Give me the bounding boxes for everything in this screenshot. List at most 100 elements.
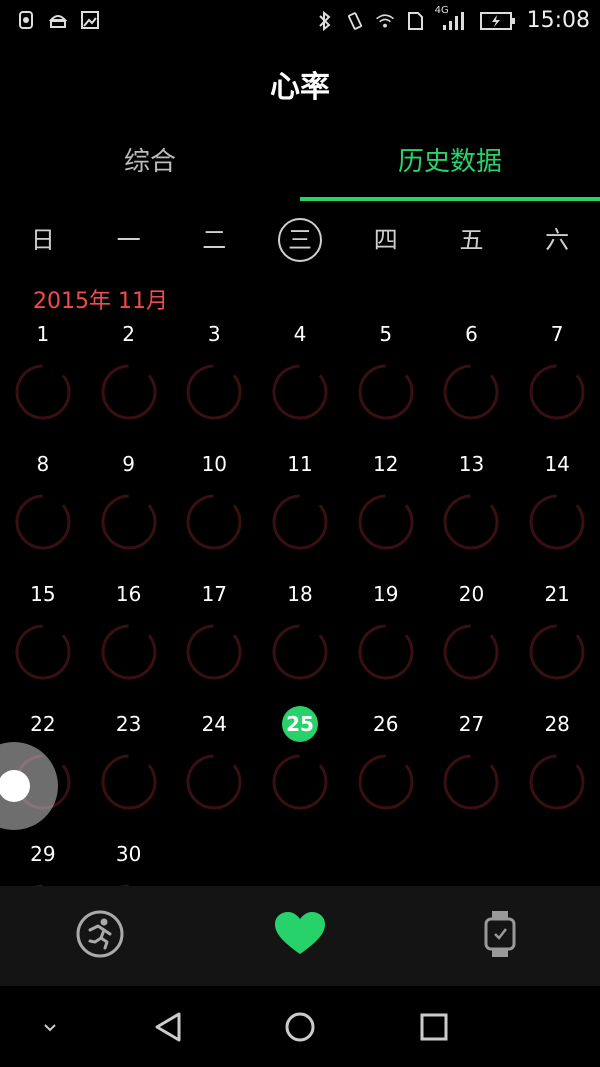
calendar-day-cell[interactable]: 10 [171,448,257,578]
ring-arc [101,364,157,420]
calendar-day-cell[interactable]: 4 [257,318,343,448]
calendar-day-cell[interactable]: 14 [514,448,600,578]
ring-arc [101,494,157,550]
heart-rate-ring [101,364,157,420]
ring-arc [358,364,414,420]
heart-rate-ring [358,494,414,550]
heart-rate-ring [443,494,499,550]
tab-history[interactable]: 历史数据 [300,140,600,201]
heart-rate-ring [101,754,157,810]
calendar-day-cell[interactable]: 16 [86,578,172,708]
ring-arc [358,624,414,680]
back-icon[interactable] [150,1009,186,1045]
calendar-day-cell[interactable]: 9 [86,448,172,578]
calendar-day-cell[interactable]: 6 [429,318,515,448]
heart-rate-ring [443,754,499,810]
ring-arc [272,624,328,680]
heart-rate-ring [15,494,71,550]
heart-rate-ring [272,364,328,420]
day-number: 12 [373,452,399,476]
day-number: 15 [30,582,56,606]
calendar-day-cell[interactable]: 24 [171,708,257,838]
page-title: 心率 [270,70,330,105]
ring-arc [272,754,328,810]
day-number: 22 [30,712,56,736]
tab-overview[interactable]: 综合 [0,140,300,198]
heart-rate-ring [186,364,242,420]
calendar-day-cell[interactable]: 20 [429,578,515,708]
day-number: 1 [36,322,50,346]
day-number: 30 [115,842,142,866]
recents-icon[interactable] [416,1009,452,1045]
clock: 15:08 [526,8,590,33]
nav-run[interactable] [0,886,200,986]
network-label: 4G [434,4,449,16]
day-number: 5 [379,322,393,346]
bluetooth-icon [315,10,335,31]
ring-arc [186,364,242,420]
calendar-day-cell[interactable]: 5 [343,318,429,448]
day-number: 4 [293,322,307,346]
calendar-week: 1 2 3 4 5 6 7 [0,318,600,448]
ring-arc [529,494,585,550]
day-number: 7 [550,322,564,346]
calendar-day-cell[interactable]: 1 [0,318,86,448]
signal-icon: 4G [435,5,469,31]
calendar-day-cell[interactable]: 7 [514,318,600,448]
calendar-day-cell[interactable]: 3 [171,318,257,448]
ring-arc [101,754,157,810]
day-number: 9 [122,452,135,476]
ring-arc [529,754,585,810]
day-number: 16 [115,582,142,606]
heart-rate-ring [186,754,242,810]
ring-arc [186,494,242,550]
day-number: 29 [30,842,56,866]
heart-rate-ring [529,364,585,420]
ring-arc [443,494,499,550]
calendar-day-cell[interactable]: 21 [514,578,600,708]
ring-arc [529,624,585,680]
day-number: 21 [544,582,570,606]
calendar-day-cell[interactable]: 8 [0,448,86,578]
calendar-day-cell[interactable]: 17 [171,578,257,708]
heart-rate-ring [186,494,242,550]
heart-rate-ring [358,754,414,810]
ring-arc [272,364,328,420]
bottom-nav [0,886,600,986]
day-number: 14 [544,452,570,476]
day-number: 11 [287,452,313,476]
nav-heart[interactable] [200,886,400,986]
calendar-day-cell[interactable]: 28 [514,708,600,838]
heart-rate-ring [529,494,585,550]
shield-icon [16,10,36,30]
calendar-day-cell[interactable]: 18 [257,578,343,708]
calendar-day-cell[interactable]: 26 [343,708,429,838]
calendar-day-cell[interactable]: 27 [429,708,515,838]
status-bar: 4G 15:08 [0,0,600,44]
chevron-down-icon[interactable] [32,1009,68,1045]
calendar-day-cell[interactable]: 11 [257,448,343,578]
calendar-day-cell[interactable]: 25 [257,706,343,838]
calendar-day-cell[interactable]: 23 [86,708,172,838]
ring-arc [358,494,414,550]
heart-rate-ring [101,624,157,680]
ring-arc [186,754,242,810]
ring-arc [529,364,585,420]
nav-watch[interactable] [400,886,600,986]
ring-arc [272,494,328,550]
ring-arc [443,364,499,420]
calendar-day-cell[interactable]: 13 [429,448,515,578]
calendar-day-cell[interactable]: 15 [0,578,86,708]
calendar-day-cell[interactable]: 2 [86,318,172,448]
watch-icon [483,910,517,962]
calendar-day-cell[interactable]: 19 [343,578,429,708]
calendar-day-cell[interactable]: 12 [343,448,429,578]
day-number: 23 [115,712,142,736]
weekday-fri: 五 [459,226,484,254]
image-icon [80,10,100,30]
home-icon[interactable] [282,1009,318,1045]
day-number: 10 [201,452,228,476]
heart-rate-ring [529,754,585,810]
day-number: 20 [458,582,485,606]
day-number: 6 [465,322,478,346]
